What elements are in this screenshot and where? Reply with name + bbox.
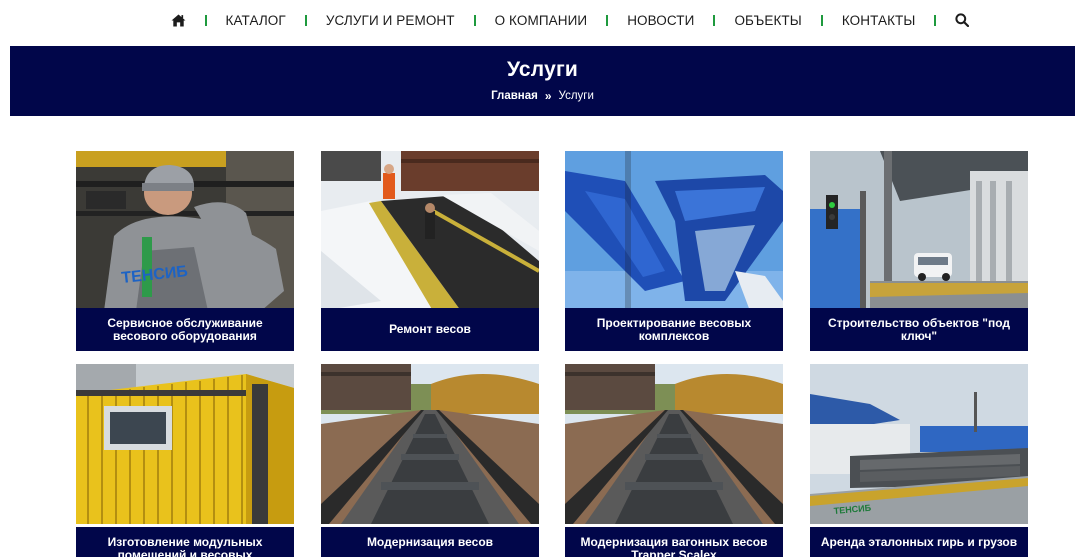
service-card-photo	[321, 364, 539, 524]
service-card-photo	[321, 151, 539, 311]
service-card-caption: Аренда эталонных гирь и грузов	[810, 527, 1028, 557]
service-card-design[interactable]: Проектирование весовых комплексов	[565, 151, 783, 351]
service-card-caption: Изготовление модульных помещений и весов…	[76, 527, 294, 557]
service-card-wagon-modernization[interactable]: Модернизация вагонных весов Trapper Scal…	[565, 364, 783, 557]
service-card-weights-rental[interactable]: ТЕНСИБ Аренда эталонных гирь и грузов	[810, 364, 1028, 557]
service-card-photo	[810, 151, 1028, 311]
service-card-caption: Модернизация вагонных весов Trapper Scal…	[565, 527, 783, 557]
service-card-repair[interactable]: Ремонт весов	[321, 151, 539, 351]
services-grid: ТЕНСИБ Сервисное обслуживание весового о…	[0, 0, 1075, 557]
service-card-photo	[565, 364, 783, 524]
service-card-photo	[76, 364, 294, 524]
service-card-caption: Проектирование весовых комплексов	[565, 308, 783, 351]
service-card-maintenance[interactable]: ТЕНСИБ Сервисное обслуживание весового о…	[76, 151, 294, 351]
service-card-caption: Строительство объектов "под ключ"	[810, 308, 1028, 351]
service-card-construction[interactable]: Строительство объектов "под ключ"	[810, 151, 1028, 351]
service-card-photo: ТЕНСИБ	[76, 151, 294, 311]
service-card-modular[interactable]: Изготовление модульных помещений и весов…	[76, 364, 294, 557]
service-card-caption: Модернизация весов	[321, 527, 539, 557]
service-card-caption: Ремонт весов	[321, 308, 539, 351]
service-card-photo	[565, 151, 783, 311]
service-card-modernization[interactable]: Модернизация весов	[321, 364, 539, 557]
service-card-photo: ТЕНСИБ	[810, 364, 1028, 524]
service-card-caption: Сервисное обслуживание весового оборудов…	[76, 308, 294, 351]
